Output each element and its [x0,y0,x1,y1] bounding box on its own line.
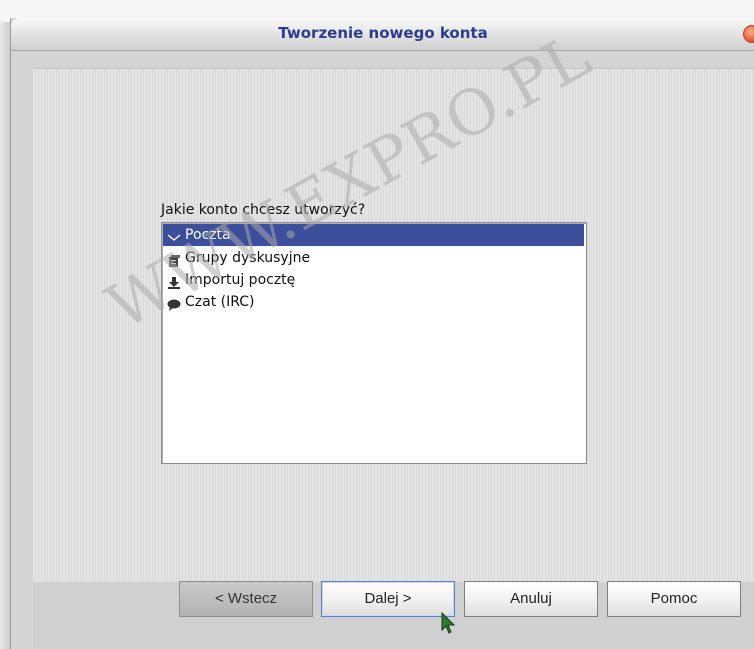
desktop-edge [0,22,10,649]
list-item-importuj-poczte[interactable]: Importuj pocztę [163,269,584,291]
cancel-button[interactable]: Anuluj [464,581,598,617]
list-item-poczta[interactable]: Poczta [163,224,584,246]
newsgroup-icon [167,252,181,267]
list-item-label: Grupy dyskusyjne [185,250,311,266]
account-type-question: Jakie konto chcesz utworzyć? [161,202,366,218]
title-bar[interactable]: Tworzenie nowego konta [11,18,754,51]
back-button[interactable]: < Wstecz [179,581,313,617]
mouse-cursor-icon [441,611,457,636]
list-item-label: Poczta [185,227,231,243]
account-type-list[interactable]: Poczta Grupy dyskusyjne Importuj pocztę … [161,222,587,464]
help-button[interactable]: Pomoc [607,581,741,617]
list-item-label: Importuj pocztę [185,272,296,288]
window-title: Tworzenie nowego konta [278,24,488,42]
list-item-label: Czat (IRC) [185,294,255,310]
next-button[interactable]: Dalej > [321,581,455,617]
list-item-grupy-dyskusyjne[interactable]: Grupy dyskusyjne [163,247,584,269]
wizard-page: Jakie konto chcesz utworzyć? Poczta Grup… [33,68,754,583]
list-item-czat-irc[interactable]: Czat (IRC) [163,291,584,313]
envelope-icon [167,229,181,241]
close-button[interactable] [743,25,754,43]
new-account-dialog: Tworzenie nowego konta Jakie konto chces… [10,18,754,649]
chat-bubble-icon [167,296,181,311]
import-icon [167,274,181,289]
